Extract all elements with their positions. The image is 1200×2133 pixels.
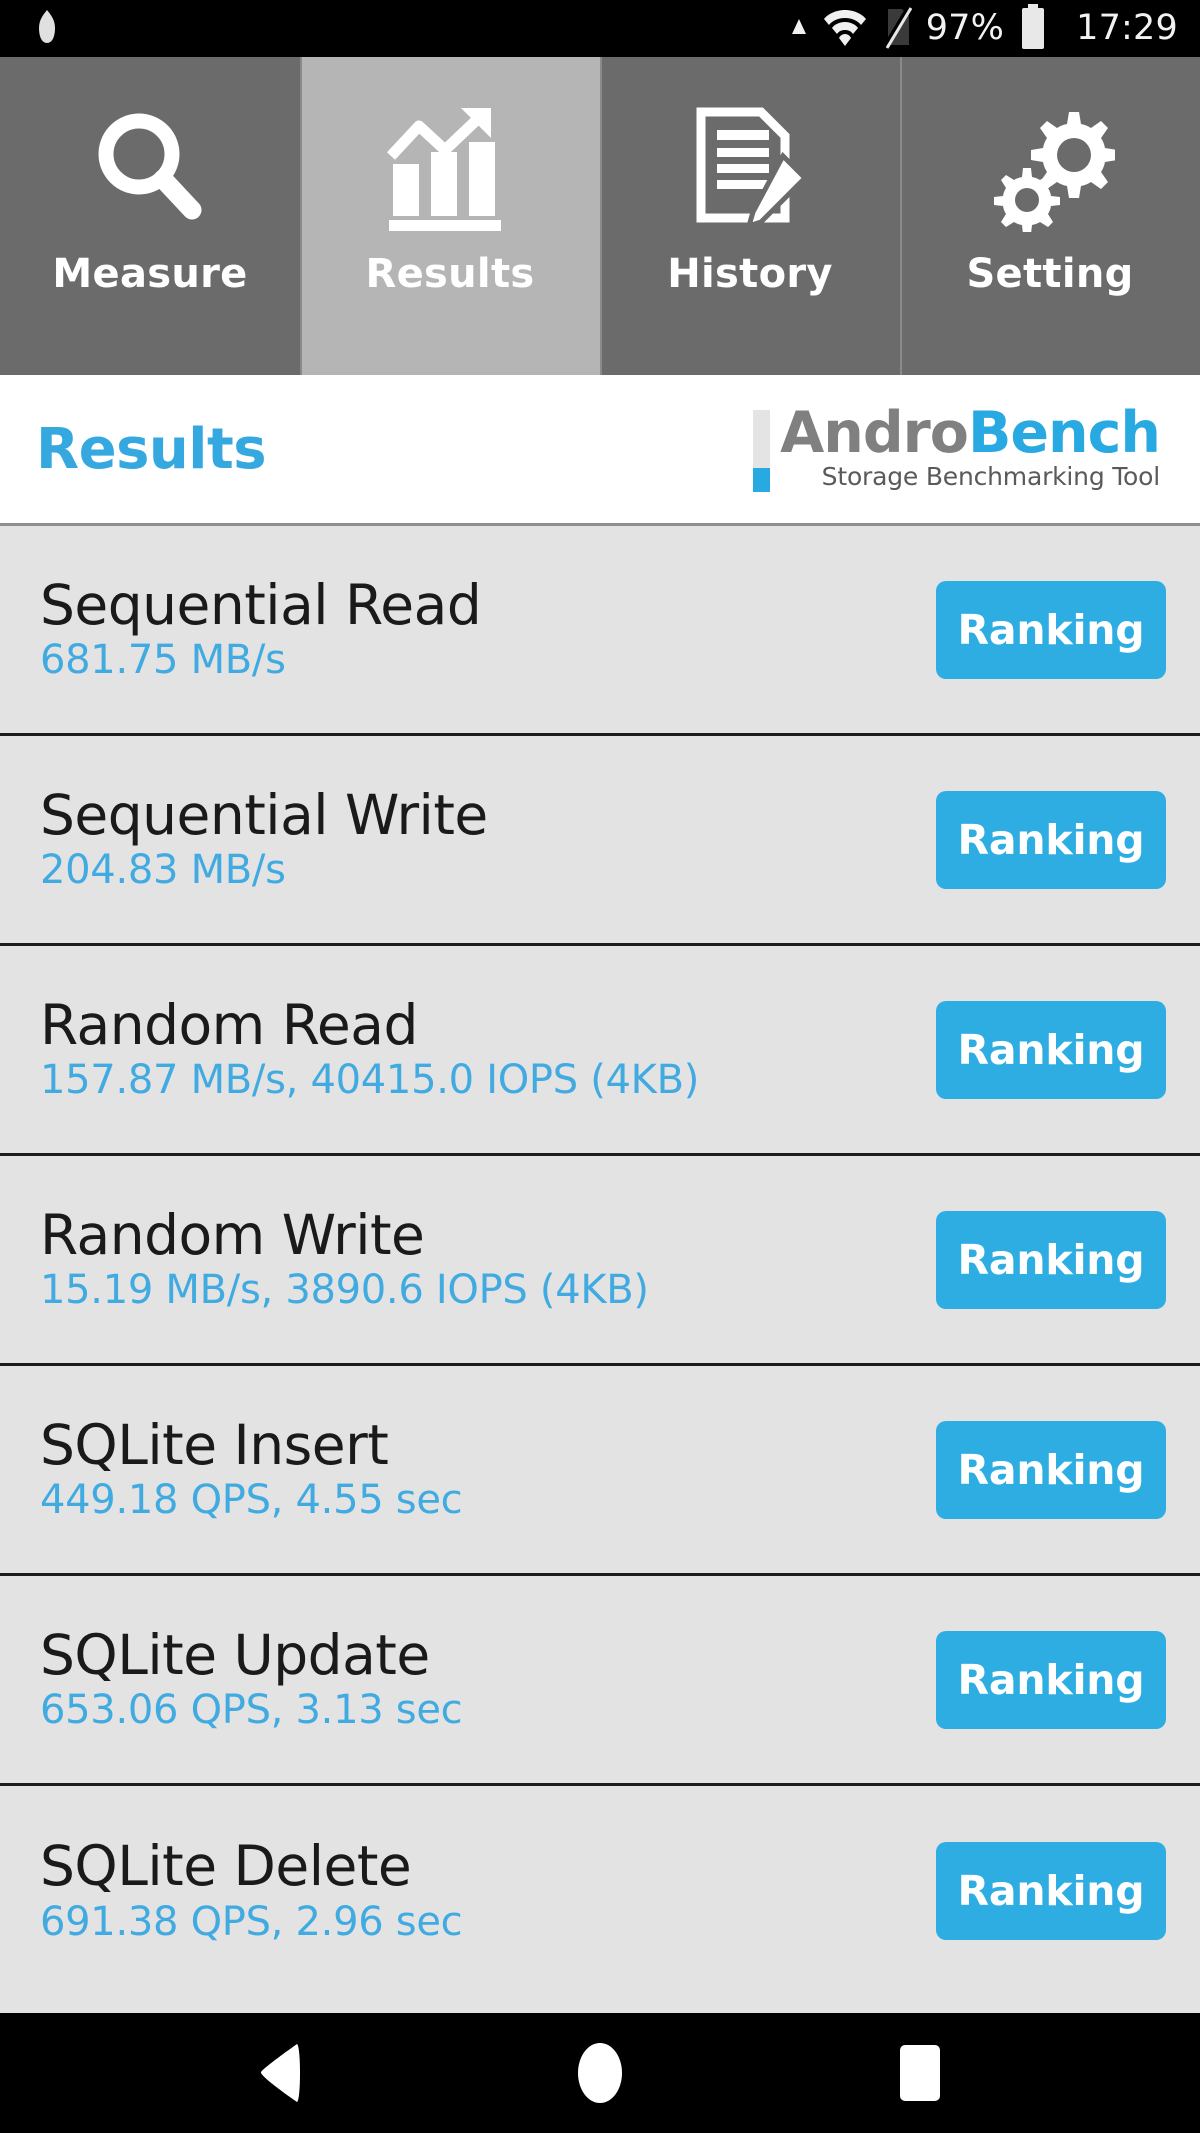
- logo-bar-top: [753, 410, 771, 468]
- result-value: 653.06 QPS, 3.13 sec: [40, 1687, 463, 1734]
- tab-results[interactable]: Results: [300, 57, 600, 375]
- result-row-texts: Sequential Read 681.75 MB/s: [40, 572, 936, 684]
- result-row-texts: SQLite Delete 691.38 QPS, 2.96 sec: [40, 1834, 936, 1945]
- page-title: Results: [36, 416, 267, 482]
- ranking-button[interactable]: Ranking: [936, 1630, 1166, 1729]
- ranking-button[interactable]: Ranking: [936, 790, 1166, 889]
- result-row: Random Read 157.87 MB/s, 40415.0 IOPS (4K…: [0, 946, 1200, 1156]
- result-value: 204.83 MB/s: [40, 847, 286, 894]
- result-row: Sequential Read 681.75 MB/s Ranking: [0, 526, 1200, 736]
- tab-history[interactable]: History: [600, 57, 900, 375]
- androbench-logo: AndroBench Storage Benchmarking Tool: [753, 405, 1161, 492]
- result-title: Random Read: [40, 992, 418, 1057]
- tab-history-label: History: [667, 251, 833, 297]
- logo-wordmark: AndroBench: [780, 405, 1161, 462]
- ranking-button[interactable]: Ranking: [936, 1000, 1166, 1099]
- logo-subtitle: Storage Benchmarking Tool: [821, 462, 1161, 492]
- status-bar-right: 97% 17:29: [790, 3, 1178, 54]
- magnifier-icon: [87, 103, 213, 235]
- result-value: 15.19 MB/s, 3890.6 IOPS (4KB): [40, 1267, 649, 1314]
- result-row: Sequential Write 204.83 MB/s Ranking: [0, 736, 1200, 946]
- back-triangle-icon[interactable]: [225, 2018, 335, 2128]
- logo-bar-bottom: [753, 468, 771, 492]
- result-row-texts: Random Write 15.19 MB/s, 3890.6 IOPS (4KB…: [40, 1202, 936, 1314]
- logo-word-andro: Andro: [780, 400, 969, 466]
- tab-setting[interactable]: Setting: [900, 57, 1200, 375]
- main-tab-bar: Measure Results History Setting: [0, 57, 1200, 375]
- battery-percent-label: 97%: [925, 8, 1005, 48]
- result-value: 449.18 QPS, 4.55 sec: [40, 1477, 463, 1524]
- status-bar: 97% 17:29: [0, 0, 1200, 57]
- battery-full-icon: [1018, 3, 1048, 54]
- result-row: SQLite Delete 691.38 QPS, 2.96 sec Ranking: [0, 1786, 1200, 1996]
- ranking-button[interactable]: Ranking: [936, 1210, 1166, 1309]
- result-row: SQLite Insert 449.18 QPS, 4.55 sec Ranking: [0, 1366, 1200, 1576]
- no-sim-icon: [882, 5, 913, 53]
- bar-chart-arrow-icon: [385, 103, 515, 235]
- tab-measure-label: Measure: [52, 251, 248, 297]
- logo-word-bench: Bench: [967, 400, 1161, 466]
- result-title: Sequential Read: [40, 572, 482, 637]
- ranking-button[interactable]: Ranking: [936, 1842, 1166, 1940]
- result-value: 681.75 MB/s: [40, 637, 286, 684]
- result-title: Sequential Write: [40, 782, 488, 847]
- result-title: SQLite Insert: [40, 1412, 389, 1477]
- result-row-texts: Sequential Write 204.83 MB/s: [40, 782, 936, 894]
- result-value: 157.87 MB/s, 40415.0 IOPS (4KB): [40, 1057, 700, 1104]
- status-bar-clock: 17:29: [1076, 8, 1178, 48]
- phone-screen: 97% 17:29 Measure Results History Settin…: [0, 0, 1200, 2133]
- wifi-icon: [822, 7, 868, 51]
- recents-square-icon[interactable]: [865, 2018, 975, 2128]
- status-bar-left: [30, 9, 64, 49]
- tab-measure[interactable]: Measure: [0, 57, 300, 375]
- logo-text-block: AndroBench Storage Benchmarking Tool: [780, 405, 1161, 492]
- result-row: SQLite Update 653.06 QPS, 3.13 sec Ranking: [0, 1576, 1200, 1786]
- document-pencil-icon: [687, 103, 813, 235]
- android-nav-bar: [0, 2013, 1200, 2133]
- ranking-button[interactable]: Ranking: [936, 580, 1166, 679]
- result-value: 691.38 QPS, 2.96 sec: [40, 1898, 463, 1945]
- ranking-button[interactable]: Ranking: [936, 1420, 1166, 1519]
- result-row-texts: SQLite Insert 449.18 QPS, 4.55 sec: [40, 1412, 936, 1524]
- result-title: Random Write: [40, 1202, 425, 1267]
- result-row: Random Write 15.19 MB/s, 3890.6 IOPS (4KB…: [0, 1156, 1200, 1366]
- result-row-texts: Random Read 157.87 MB/s, 40415.0 IOPS (4K…: [40, 992, 936, 1104]
- logo-accent-bar: [753, 410, 771, 492]
- result-title: SQLite Delete: [40, 1834, 412, 1899]
- result-title: SQLite Update: [40, 1622, 430, 1687]
- result-row-texts: SQLite Update 653.06 QPS, 3.13 sec: [40, 1622, 936, 1734]
- app-notification-icon: [30, 9, 64, 49]
- signal-triangle-icon: [790, 17, 808, 41]
- page-header: Results AndroBench Storage Benchmarking …: [0, 375, 1200, 523]
- home-circle-icon[interactable]: [545, 2018, 655, 2128]
- tab-results-label: Results: [365, 251, 535, 297]
- tab-setting-label: Setting: [966, 251, 1134, 297]
- gears-icon: [985, 103, 1115, 235]
- results-list: Sequential Read 681.75 MB/s Ranking Sequent…: [0, 523, 1200, 2013]
